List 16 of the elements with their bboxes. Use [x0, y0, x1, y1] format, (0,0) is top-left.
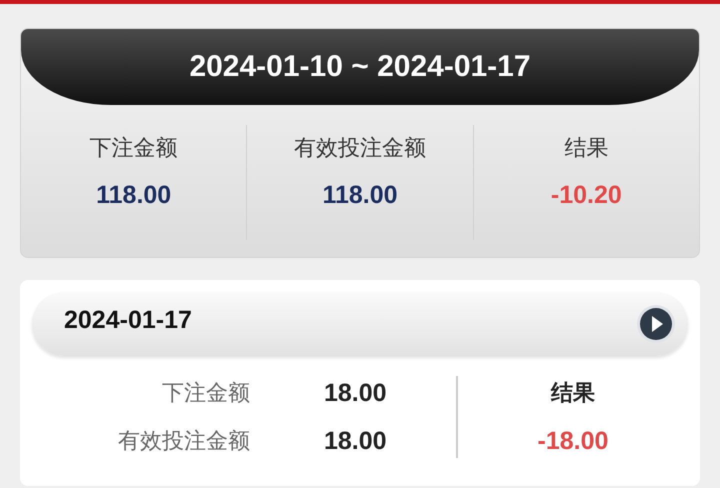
- amount-value: 18.00: [324, 378, 388, 409]
- stat-label: 下注金额: [90, 134, 178, 162]
- result-label: 结果: [551, 379, 595, 407]
- result-value: -18.00: [538, 426, 608, 457]
- stat-label: 有效投注金额: [294, 134, 426, 162]
- stat-value: -10.20: [550, 181, 622, 210]
- amount-value: 18.00: [324, 426, 388, 457]
- date-bar[interactable]: 2024-01-17: [32, 292, 688, 356]
- amount-label: 有效投注金额: [117, 427, 250, 455]
- date-text: 2024-01-17: [64, 306, 192, 334]
- stat-value: 118.00: [96, 181, 172, 210]
- date-range-header: 2024-01-10 ~ 2024-01-17: [21, 29, 699, 105]
- play-icon[interactable]: [636, 304, 676, 344]
- stat-value: 118.00: [322, 181, 398, 210]
- amount-label: 下注金额: [161, 379, 250, 407]
- stat-label: 结果: [564, 134, 608, 162]
